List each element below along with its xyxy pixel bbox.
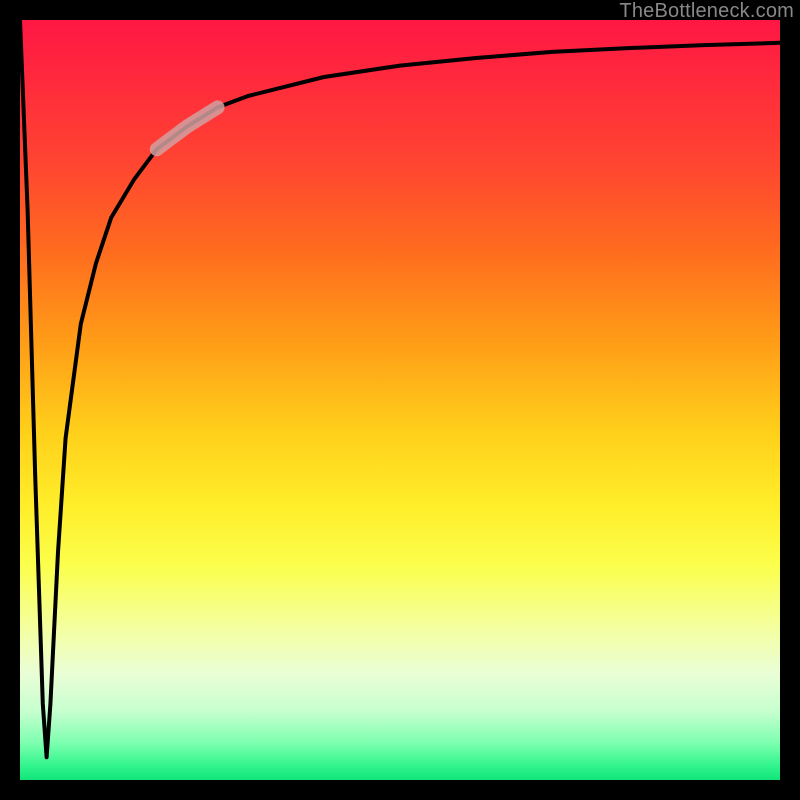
chart-stage: TheBottleneck.com xyxy=(0,0,800,800)
plot-area xyxy=(20,20,780,780)
main-curve xyxy=(20,20,780,757)
highlight-segment xyxy=(157,107,218,149)
curve-layer xyxy=(20,20,780,780)
